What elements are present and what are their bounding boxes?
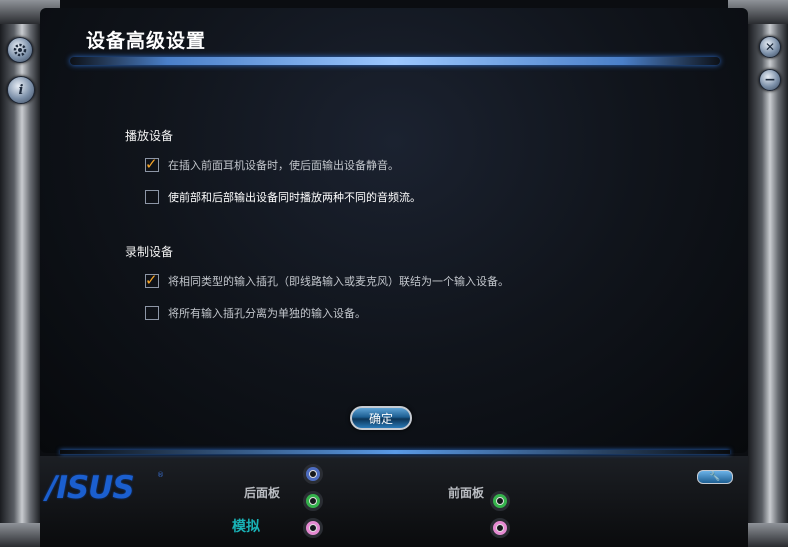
recording-section-label: 录制设备 xyxy=(125,245,174,259)
front-headphone-jack-icon[interactable] xyxy=(490,491,510,511)
minimize-icon[interactable]: − xyxy=(759,69,781,91)
gear-icon[interactable] xyxy=(7,37,33,63)
footer-divider xyxy=(60,450,730,454)
checkbox[interactable]: ✓ xyxy=(145,155,159,173)
check-icon: ✓ xyxy=(145,155,158,173)
rear-line-in-jack-icon[interactable] xyxy=(303,464,323,484)
checkbox[interactable] xyxy=(145,306,159,320)
info-icon[interactable]: i xyxy=(7,76,35,104)
close-icon[interactable]: ✕ xyxy=(759,36,781,58)
playback-section-label: 播放设备 xyxy=(125,129,174,143)
advanced-settings-window: 设备高级设置 i ✕ − 播放设备 ✓ 在插入前面耳机设备时，使后面输出设备静音… xyxy=(0,0,788,547)
analog-label: 模拟 xyxy=(232,519,260,535)
option-label: 使前部和后部输出设备同时播放两种不同的音频流。 xyxy=(168,191,421,204)
playback-option-mute-rear[interactable]: ✓ 在插入前面耳机设备时，使后面输出设备静音。 xyxy=(145,155,399,173)
option-label: 将所有输入插孔分离为单独的输入设备。 xyxy=(168,307,366,320)
asus-logo: /ISUS xyxy=(46,470,135,506)
recording-option-separate-inputs[interactable]: 将所有输入插孔分离为单独的输入设备。 xyxy=(145,305,366,321)
front-panel-label: 前面板 xyxy=(448,486,485,500)
checkbox[interactable] xyxy=(145,190,159,204)
ok-button[interactable]: 确定 xyxy=(350,406,412,430)
playback-option-dual-stream[interactable]: 使前部和后部输出设备同时播放两种不同的音频流。 xyxy=(145,189,421,205)
rear-line-out-jack-icon[interactable] xyxy=(303,491,323,511)
gear-icon-glyph xyxy=(13,43,27,57)
rear-panel-label: 后面板 xyxy=(244,486,281,500)
checkbox[interactable]: ✓ xyxy=(145,271,159,289)
front-mic-jack-icon[interactable] xyxy=(490,518,510,538)
rear-mic-jack-icon[interactable] xyxy=(303,518,323,538)
content-panel xyxy=(40,8,748,453)
title-divider xyxy=(70,57,720,65)
wrench-icon[interactable]: 🔧 xyxy=(697,470,733,484)
option-label: 将相同类型的输入插孔（即线路输入或麦克风）联结为一个输入设备。 xyxy=(168,275,509,288)
window-title: 设备高级设置 xyxy=(86,30,207,52)
option-label: 在插入前面耳机设备时，使后面输出设备静音。 xyxy=(168,159,399,172)
jack-panel-footer xyxy=(40,456,748,547)
registered-mark: ® xyxy=(157,471,164,479)
recording-option-combine-inputs[interactable]: ✓ 将相同类型的输入插孔（即线路输入或麦克风）联结为一个输入设备。 xyxy=(145,271,509,289)
check-icon: ✓ xyxy=(145,271,158,289)
